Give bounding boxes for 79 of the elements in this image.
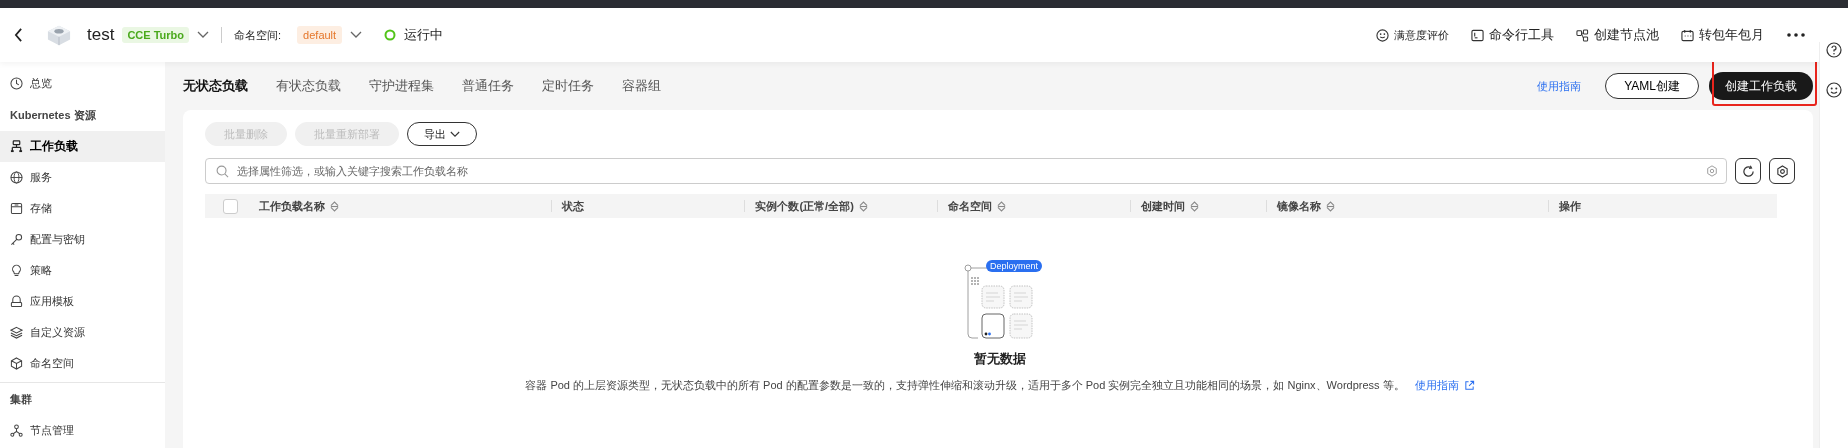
settings-button[interactable] bbox=[1769, 158, 1795, 184]
tab[interactable]: 定时任务 bbox=[542, 77, 594, 95]
node-pool-icon bbox=[1576, 28, 1589, 42]
refresh-button[interactable] bbox=[1735, 158, 1761, 184]
yaml-create-button[interactable]: YAML创建 bbox=[1605, 73, 1699, 99]
terminal-icon bbox=[1471, 28, 1484, 42]
guide-link[interactable]: 使用指南 bbox=[1414, 378, 1475, 393]
namespace-label: 命名空间: bbox=[234, 27, 282, 43]
more-icon[interactable] bbox=[1786, 33, 1806, 37]
tab[interactable]: 有状态负载 bbox=[276, 77, 341, 95]
external-link-icon bbox=[1463, 380, 1475, 391]
search-icon bbox=[216, 164, 229, 178]
cluster-icon bbox=[45, 23, 73, 47]
back-icon[interactable] bbox=[14, 28, 23, 42]
sidebar-item[interactable]: 服务 bbox=[0, 162, 165, 193]
sidebar-item-icon bbox=[10, 171, 23, 184]
tab[interactable]: 守护进程集 bbox=[369, 77, 434, 95]
cluster-type-tag: CCE Turbo bbox=[122, 27, 190, 43]
search-input[interactable]: 选择属性筛选，或输入关键字搜索工作负载名称 bbox=[235, 164, 1700, 178]
header-action[interactable]: 命令行工具 bbox=[1471, 26, 1554, 44]
guide-link[interactable]: 使用指南 bbox=[1537, 78, 1582, 94]
sort-icon[interactable] bbox=[1325, 200, 1335, 212]
deployment-badge: Deployment bbox=[986, 260, 1043, 272]
export-button[interactable]: 导出 bbox=[407, 122, 477, 146]
sidebar-item[interactable]: 应用模板 bbox=[0, 286, 165, 317]
select-all-checkbox[interactable] bbox=[223, 198, 238, 214]
sort-icon[interactable] bbox=[997, 200, 1007, 212]
sidebar-item[interactable]: 节点管理 bbox=[0, 415, 165, 446]
settings-icon[interactable] bbox=[1706, 165, 1718, 177]
tab[interactable]: 容器组 bbox=[622, 77, 661, 95]
search-field[interactable]: 选择属性筛选，或输入关键字搜索工作负载名称 bbox=[205, 158, 1727, 184]
sidebar-item-icon bbox=[10, 295, 23, 308]
sidebar-item-icon bbox=[10, 424, 23, 437]
calendar-icon bbox=[1681, 28, 1694, 42]
column-header: 命名空间 bbox=[948, 198, 993, 214]
empty-state-description: 容器 Pod 的上层资源类型，无状态负载中的所有 Pod 的配置参数是一致的，支持弹性伸缩和滚动升级，适用于多个 Pod 实例完全独立且功能相同的场景，如 Nginx、Wordpress 等。 bbox=[525, 378, 1405, 393]
smiley-icon[interactable] bbox=[1826, 82, 1842, 98]
settings-icon bbox=[1775, 164, 1789, 178]
tab[interactable]: 普通任务 bbox=[462, 77, 514, 95]
sidebar-item[interactable]: 自定义资源 bbox=[0, 317, 165, 348]
header-action[interactable]: 满意度评价 bbox=[1376, 27, 1449, 43]
sort-icon[interactable] bbox=[330, 200, 339, 212]
sidebar-item-icon bbox=[10, 77, 23, 90]
tab[interactable]: 无状态负载 bbox=[183, 77, 248, 95]
empty-state-title: 暂无数据 bbox=[974, 350, 1026, 368]
chevron-down-icon[interactable] bbox=[197, 31, 210, 39]
column-header: 工作负载名称 bbox=[259, 198, 325, 214]
sidebar-item-icon bbox=[10, 202, 23, 215]
sidebar-item-icon bbox=[10, 357, 23, 370]
column-header: 操作 bbox=[1558, 198, 1581, 214]
sidebar-heading: 集群 bbox=[9, 392, 33, 407]
sidebar-item-icon bbox=[10, 326, 23, 339]
sidebar-heading: Kubernetes 资源 bbox=[9, 108, 97, 123]
status-ring-icon bbox=[384, 29, 397, 41]
smiley-icon bbox=[1376, 28, 1389, 42]
help-icon[interactable] bbox=[1826, 42, 1842, 58]
sidebar-item[interactable]: 存储 bbox=[0, 193, 165, 224]
cluster-name: test bbox=[87, 25, 115, 45]
sidebar-item[interactable]: 总览 bbox=[0, 68, 165, 99]
sidebar-item[interactable]: 策略 bbox=[0, 255, 165, 286]
sidebar-item-icon bbox=[10, 140, 23, 153]
sidebar-item[interactable]: 配置与密钥 bbox=[0, 224, 165, 255]
sidebar-item-icon bbox=[10, 264, 23, 277]
sort-icon[interactable] bbox=[858, 200, 868, 212]
column-header: 创建时间 bbox=[1141, 198, 1186, 214]
header-action[interactable]: 转包年包月 bbox=[1681, 26, 1764, 44]
sidebar-item[interactable]: 工作负载 bbox=[0, 131, 165, 162]
column-header: 实例个数(正常/全部) bbox=[755, 198, 854, 214]
create-workload-button[interactable]: 创建工作负载 bbox=[1709, 72, 1813, 100]
column-header: 状态 bbox=[562, 198, 585, 214]
chevron-down-icon bbox=[450, 130, 460, 138]
column-header: 镜像名称 bbox=[1276, 198, 1321, 214]
header-action[interactable]: 创建节点池 bbox=[1576, 26, 1659, 44]
sort-icon[interactable] bbox=[1190, 200, 1200, 212]
chevron-down-icon[interactable] bbox=[350, 31, 363, 39]
sidebar-item[interactable]: 命名空间 bbox=[0, 348, 165, 379]
cluster-status: 运行中 bbox=[404, 26, 444, 44]
refresh-icon bbox=[1741, 164, 1755, 178]
sidebar-item-icon bbox=[10, 233, 23, 246]
